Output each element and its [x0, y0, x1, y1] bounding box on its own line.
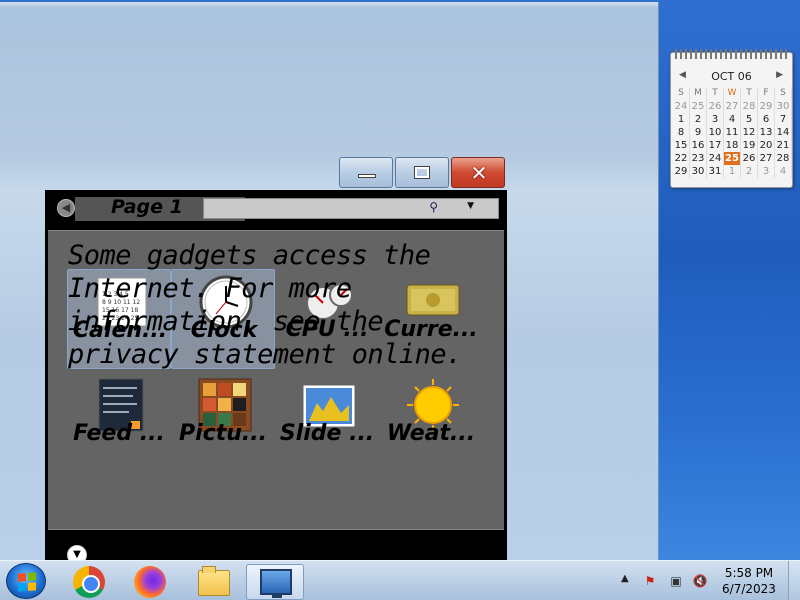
calendar-day[interactable]: 21: [775, 139, 792, 152]
folder-icon: [198, 566, 230, 596]
calendar-day[interactable]: 12: [741, 126, 758, 139]
calendar-day[interactable]: 17: [707, 139, 724, 152]
calendar-day[interactable]: 3: [707, 113, 724, 126]
window-controls: ✕: [339, 157, 507, 188]
gadget-tile[interactable]: Pictu...: [171, 373, 275, 473]
calendar-day[interactable]: 5: [741, 113, 758, 126]
calendar-day[interactable]: 27: [724, 100, 741, 113]
chrome-icon: [73, 566, 105, 598]
calendar-day[interactable]: 30: [775, 100, 792, 113]
start-button[interactable]: [6, 563, 46, 599]
calendar-day[interactable]: 16: [690, 139, 707, 152]
calendar-day[interactable]: 20: [758, 139, 775, 152]
calendar-day[interactable]: 9: [690, 126, 707, 139]
clock-date: 6/7/2023: [722, 582, 776, 596]
taskbar-file-explorer[interactable]: [187, 564, 239, 600]
calendar-day[interactable]: 25: [690, 100, 707, 113]
calendar-day[interactable]: 13: [758, 126, 775, 139]
gadget-tile[interactable]: Slide ...: [275, 373, 379, 473]
taskbar: ▲ ⚑ ▣ 🔇 5:58 PM 6/7/2023: [0, 560, 800, 600]
internet-notice: Some gadgets access the Internet. For mo…: [68, 240, 462, 370]
clock-time: 5:58 PM: [724, 566, 774, 580]
gadget-name: Weat...: [386, 421, 476, 446]
calendar-day[interactable]: 10: [707, 126, 724, 139]
show-hidden-icons-icon[interactable]: ▲: [621, 573, 629, 584]
calendar-day[interactable]: 11: [724, 126, 741, 139]
search-gadgets-input[interactable]: ⚲ ▼: [203, 198, 499, 219]
gadget-list: Some gadgets access the Internet. For mo…: [48, 230, 504, 530]
calendar-day[interactable]: 4: [775, 165, 792, 178]
calendar-day[interactable]: 24: [673, 100, 690, 113]
calendar-month-label: OCT 06: [711, 69, 752, 83]
calendar-grid: S M T W T F S 24 25 26 27 28 29 30 1 2 3 4 5 6 7 8 9 10 11 12 13 14…: [673, 87, 792, 178]
gadget-tile[interactable]: Feed ...: [67, 373, 171, 473]
calendar-day[interactable]: 29: [758, 100, 775, 113]
calendar-day[interactable]: 25: [724, 152, 741, 165]
chevron-down-icon[interactable]: ▼: [467, 201, 474, 211]
calendar-weekday: W: [724, 87, 741, 100]
volume-muted-icon[interactable]: 🔇: [692, 573, 708, 589]
action-center-flag-icon[interactable]: ⚑: [642, 573, 658, 589]
calendar-day[interactable]: 8: [673, 126, 690, 139]
gallery-toolbar: Page 1 ◀ ⚲ ▼: [45, 190, 507, 228]
windows-logo-icon: [18, 572, 36, 592]
calendar-weekday: T: [707, 87, 724, 100]
calendar-weekday: F: [758, 87, 775, 100]
network-icon[interactable]: ▣: [668, 573, 684, 589]
taskbar-firefox[interactable]: [124, 564, 176, 600]
close-icon: ✕: [470, 161, 488, 185]
calendar-day[interactable]: 1: [724, 165, 741, 178]
calendar-day[interactable]: 3: [758, 165, 775, 178]
calendar-day[interactable]: 1: [673, 113, 690, 126]
firefox-icon: [134, 566, 166, 598]
calendar-day[interactable]: 30: [690, 165, 707, 178]
calendar-day[interactable]: 23: [690, 152, 707, 165]
calendar-day[interactable]: 22: [673, 152, 690, 165]
calendar-weekday: S: [673, 87, 690, 100]
calendar-day[interactable]: 14: [775, 126, 792, 139]
taskbar-chrome[interactable]: [63, 564, 115, 600]
maximize-icon: [414, 166, 430, 179]
calendar-day[interactable]: 28: [741, 100, 758, 113]
maximize-button[interactable]: [395, 157, 449, 188]
gadget-name: Slide ...: [279, 421, 375, 446]
calendar-weekday: S: [775, 87, 792, 100]
desktop-gadgets-icon: [260, 569, 292, 598]
minimize-button[interactable]: [339, 157, 393, 188]
calendar-day[interactable]: 2: [690, 113, 707, 126]
calendar-day[interactable]: 4: [724, 113, 741, 126]
calendar-day[interactable]: 18: [724, 139, 741, 152]
minimize-icon: [358, 174, 376, 178]
close-button[interactable]: ✕: [451, 157, 505, 188]
calendar-binding-rings: [675, 49, 790, 59]
calendar-weekday: M: [690, 87, 707, 100]
taskbar-desktop-gadgets[interactable]: [246, 564, 304, 600]
calendar-day[interactable]: 26: [707, 100, 724, 113]
back-arrow-icon[interactable]: ◀: [57, 199, 75, 217]
calendar-weekday: T: [741, 87, 758, 100]
calendar-day[interactable]: 31: [707, 165, 724, 178]
calendar-day[interactable]: 29: [673, 165, 690, 178]
calendar-next-month-icon[interactable]: ▶: [776, 70, 783, 80]
gadget-name: Pictu...: [179, 421, 267, 446]
calendar-day[interactable]: 19: [741, 139, 758, 152]
gadget-tile[interactable]: Weat...: [379, 373, 483, 473]
calendar-gadget[interactable]: ◀ OCT 06 ▶ S M T W T F S 24 25 26 27 28 29 30 1 2 3 4 5 6 7 8…: [670, 49, 793, 188]
calendar-day[interactable]: 28: [775, 152, 792, 165]
calendar-day[interactable]: 6: [758, 113, 775, 126]
calendar-day[interactable]: 2: [741, 165, 758, 178]
calendar-day[interactable]: 15: [673, 139, 690, 152]
calendar-day[interactable]: 27: [758, 152, 775, 165]
calendar-day[interactable]: 26: [741, 152, 758, 165]
gadget-name: Feed ...: [73, 421, 165, 446]
calendar-day[interactable]: 24: [707, 152, 724, 165]
calendar-day[interactable]: 7: [775, 113, 792, 126]
gadget-gallery-window: Page 1 ◀ ⚲ ▼ Some gadgets access the Int…: [45, 190, 507, 565]
search-icon[interactable]: ⚲: [429, 200, 438, 214]
system-clock[interactable]: 5:58 PM 6/7/2023: [712, 565, 786, 597]
show-desktop-button[interactable]: [788, 561, 800, 600]
